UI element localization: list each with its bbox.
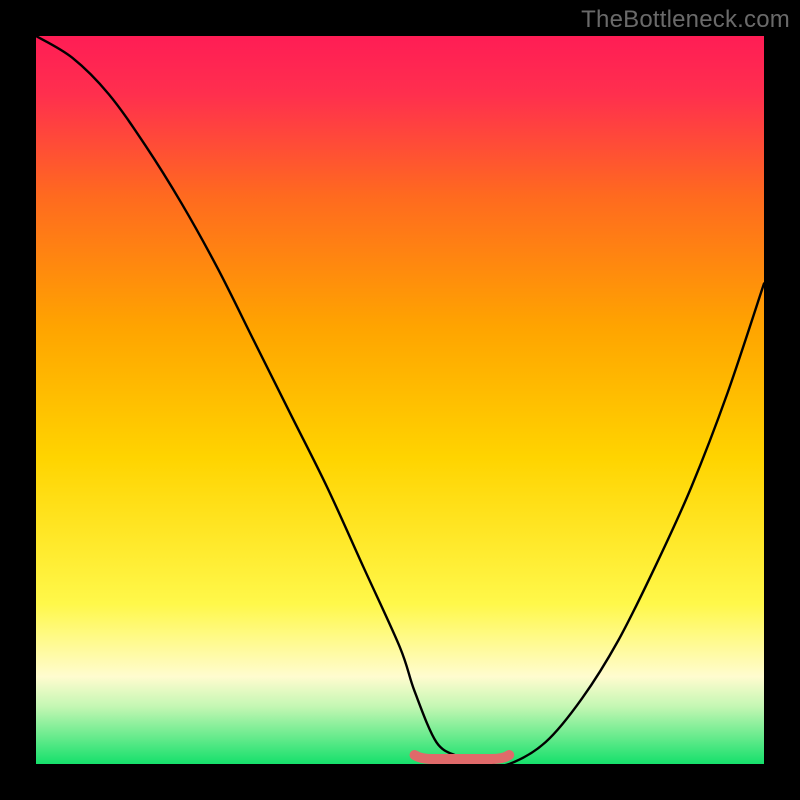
attribution-label: TheBottleneck.com (581, 6, 790, 34)
chart-frame: TheBottleneck.com (0, 0, 800, 800)
plot-area (36, 36, 764, 764)
optimal-band (415, 755, 510, 759)
chart-svg (36, 36, 764, 764)
